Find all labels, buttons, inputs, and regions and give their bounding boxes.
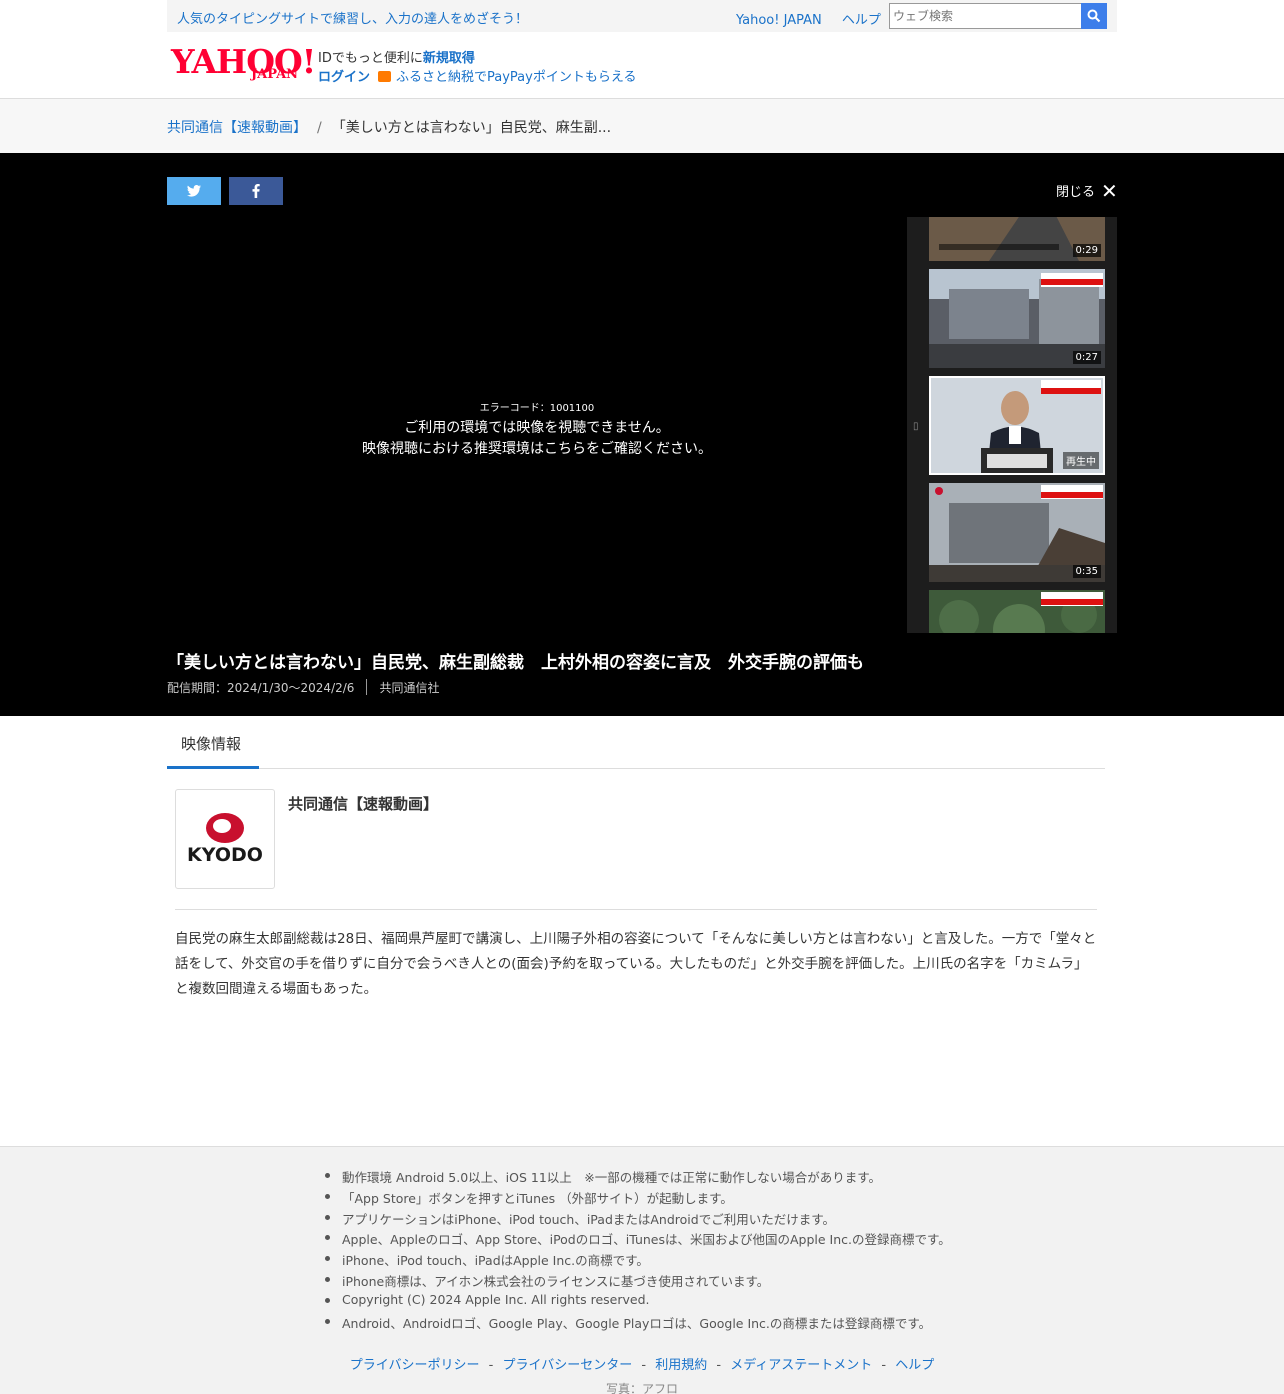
delivery-period: 配信期間：2024/1/30〜2024/2/6 <box>167 681 355 695</box>
note-item: アプリケーションはiPhone、iPod touch、iPadまたはAndroi… <box>325 1209 951 1230</box>
facebook-share-button[interactable] <box>229 177 283 205</box>
privacy-center-link[interactable]: プライバシーセンター <box>502 1358 632 1373</box>
yahoo-japan-logo[interactable]: YAHOO! JAPAN <box>171 45 316 85</box>
footer-link-separator: - <box>881 1358 887 1373</box>
related-video-playlist[interactable]: ▯ 0:29 0:27 再生中 0:35 <box>907 217 1117 633</box>
video-duration: 0:29 <box>1072 244 1101 257</box>
account-links: ログイン ふるさと納税でPayPayポイントもらえる <box>318 66 636 85</box>
yahoo-japan-link[interactable]: Yahoo! JAPAN <box>736 13 822 28</box>
note-item: 「App Store」ボタンを押すとiTunes （外部サイト）が起動します。 <box>325 1188 951 1209</box>
terms-of-use-link[interactable]: 利用規約 <box>655 1358 707 1373</box>
footer: 動作環境 Android 5.0以上、iOS 11以上 ※一部の機種では正常に動… <box>0 1146 1284 1394</box>
privacy-policy-link[interactable]: プライバシーポリシー <box>350 1358 480 1373</box>
breadcrumb-current: 「美しい方とは言わない」自民党、麻生副... <box>331 120 612 136</box>
video-duration: 0:27 <box>1072 351 1101 364</box>
now-playing-label: 再生中 <box>1063 452 1099 469</box>
footer-link-separator: - <box>488 1358 494 1373</box>
note-item: 動作環境 Android 5.0以上、iOS 11以上 ※一部の機種では正常に動… <box>325 1167 951 1188</box>
footer-links: プライバシーポリシー - プライバシーセンター - 利用規約 - メディアステー… <box>0 1354 1284 1373</box>
video-duration: 0:35 <box>1072 565 1101 578</box>
breadcrumb: 共同通信【速報動画】 / 「美しい方とは言わない」自民党、麻生副... <box>167 117 611 137</box>
logo-japan-text: JAPAN <box>251 67 299 82</box>
playlist-item[interactable]: 0:35 <box>929 483 1105 582</box>
thumbnail-forest-image <box>929 590 1105 633</box>
top-links: Yahoo! JAPAN ヘルプ <box>736 9 897 28</box>
video-meta: 配信期間：2024/1/30〜2024/2/6 共同通信社 <box>167 679 439 696</box>
playlist-pointer-icon: ▯ <box>913 421 919 432</box>
error-code: エラーコード：1001100 <box>479 403 595 414</box>
meta-divider <box>366 679 368 695</box>
kyodo-logo-image: KYODO <box>187 813 263 866</box>
note-item: Copyright (C) 2024 Apple Inc. All rights… <box>325 1292 951 1313</box>
video-error-panel: エラーコード：1001100 ご利用の環境では映像を視聴できません。 映像視聴に… <box>167 217 907 633</box>
top-bar: 人気のタイピングサイトで練習し、入力の達人をめざそう！ Yahoo! JAPAN… <box>167 0 1117 32</box>
kyodo-logo-text: KYODO <box>187 844 263 866</box>
footer-link-separator: - <box>641 1358 647 1373</box>
register-link[interactable]: 新規取得 <box>423 51 475 66</box>
kyodo-channel-logo[interactable]: KYODO <box>175 789 275 889</box>
info-tab-row: 映像情報 <box>167 716 1105 769</box>
facebook-icon <box>252 184 260 198</box>
video-title: 「美しい方とは言わない」自民党、麻生副総裁 上村外相の容姿に言及 外交手腕の評価… <box>167 653 864 673</box>
id-prompt-text: IDでもっと便利に <box>318 51 423 66</box>
playlist-item[interactable] <box>929 590 1105 633</box>
provider-name: 共同通信社 <box>379 681 440 695</box>
shopping-cart-icon <box>378 71 392 82</box>
playlist-item-now-playing[interactable]: 再生中 <box>929 376 1105 475</box>
search-icon <box>1087 9 1101 23</box>
note-item: Android、Androidロゴ、Google Play、Google Pla… <box>325 1313 951 1334</box>
photo-credit: 写真：アフロ <box>605 1382 678 1394</box>
help-link[interactable]: ヘルプ <box>842 13 881 28</box>
video-description: 自民党の麻生太郎副総裁は28日、福岡県芦屋町で講演し、上川陽子外相の容姿について… <box>175 931 1097 997</box>
note-item: iPhone商標は、アイホン株式会社のライセンスに基づき使用されています。 <box>325 1271 951 1292</box>
note-item: iPhone、iPod touch、iPadはApple Inc.の商標です。 <box>325 1250 951 1271</box>
divider <box>175 909 1097 910</box>
close-icon: ✕ <box>1101 178 1118 203</box>
close-label: 閉じる <box>1056 185 1096 200</box>
channel-name-link[interactable]: 共同通信【速報動画】 <box>288 793 438 814</box>
media-statement-link[interactable]: メディアステートメント <box>730 1358 872 1373</box>
footer-link-separator: - <box>716 1358 722 1373</box>
typing-promo-link[interactable]: 人気のタイピングサイトで練習し、入力の達人をめざそう！ <box>177 8 528 27</box>
playlist-item[interactable]: 0:27 <box>929 269 1105 368</box>
furusato-promo-link[interactable]: ふるさと納税でPayPayポイントもらえる <box>396 70 636 85</box>
twitter-share-button[interactable] <box>167 177 221 205</box>
web-search-input[interactable] <box>889 3 1082 29</box>
environment-notes: 動作環境 Android 5.0以上、iOS 11以上 ※一部の機種では正常に動… <box>325 1167 951 1334</box>
breadcrumb-separator: / <box>317 120 322 136</box>
search-button[interactable] <box>1081 3 1107 29</box>
error-message: ご利用の環境では映像を視聴できません。 <box>404 420 670 436</box>
playlist-item[interactable]: 0:29 <box>929 217 1105 261</box>
note-item: Apple、Appleのロゴ、App Store、iPodのロゴ、iTunesは… <box>325 1229 951 1250</box>
breadcrumb-channel-link[interactable]: 共同通信【速報動画】 <box>167 120 307 136</box>
id-prompt: IDでもっと便利に新規取得 <box>318 47 475 66</box>
close-player-button[interactable]: 閉じる ✕ <box>1056 178 1118 203</box>
tab-video-info[interactable]: 映像情報 <box>167 716 259 769</box>
recommended-env-link[interactable]: 映像視聴における推奨環境はこちらをご確認ください。 <box>167 438 907 458</box>
video-player-section: 閉じる ✕ エラーコード：1001100 ご利用の環境では映像を視聴できません。… <box>0 153 1284 716</box>
breadcrumb-bar: 共同通信【速報動画】 / 「美しい方とは言わない」自民党、麻生副... <box>0 98 1284 153</box>
login-link[interactable]: ログイン <box>318 70 370 85</box>
footer-help-link[interactable]: ヘルプ <box>895 1358 934 1373</box>
twitter-icon <box>187 185 201 197</box>
